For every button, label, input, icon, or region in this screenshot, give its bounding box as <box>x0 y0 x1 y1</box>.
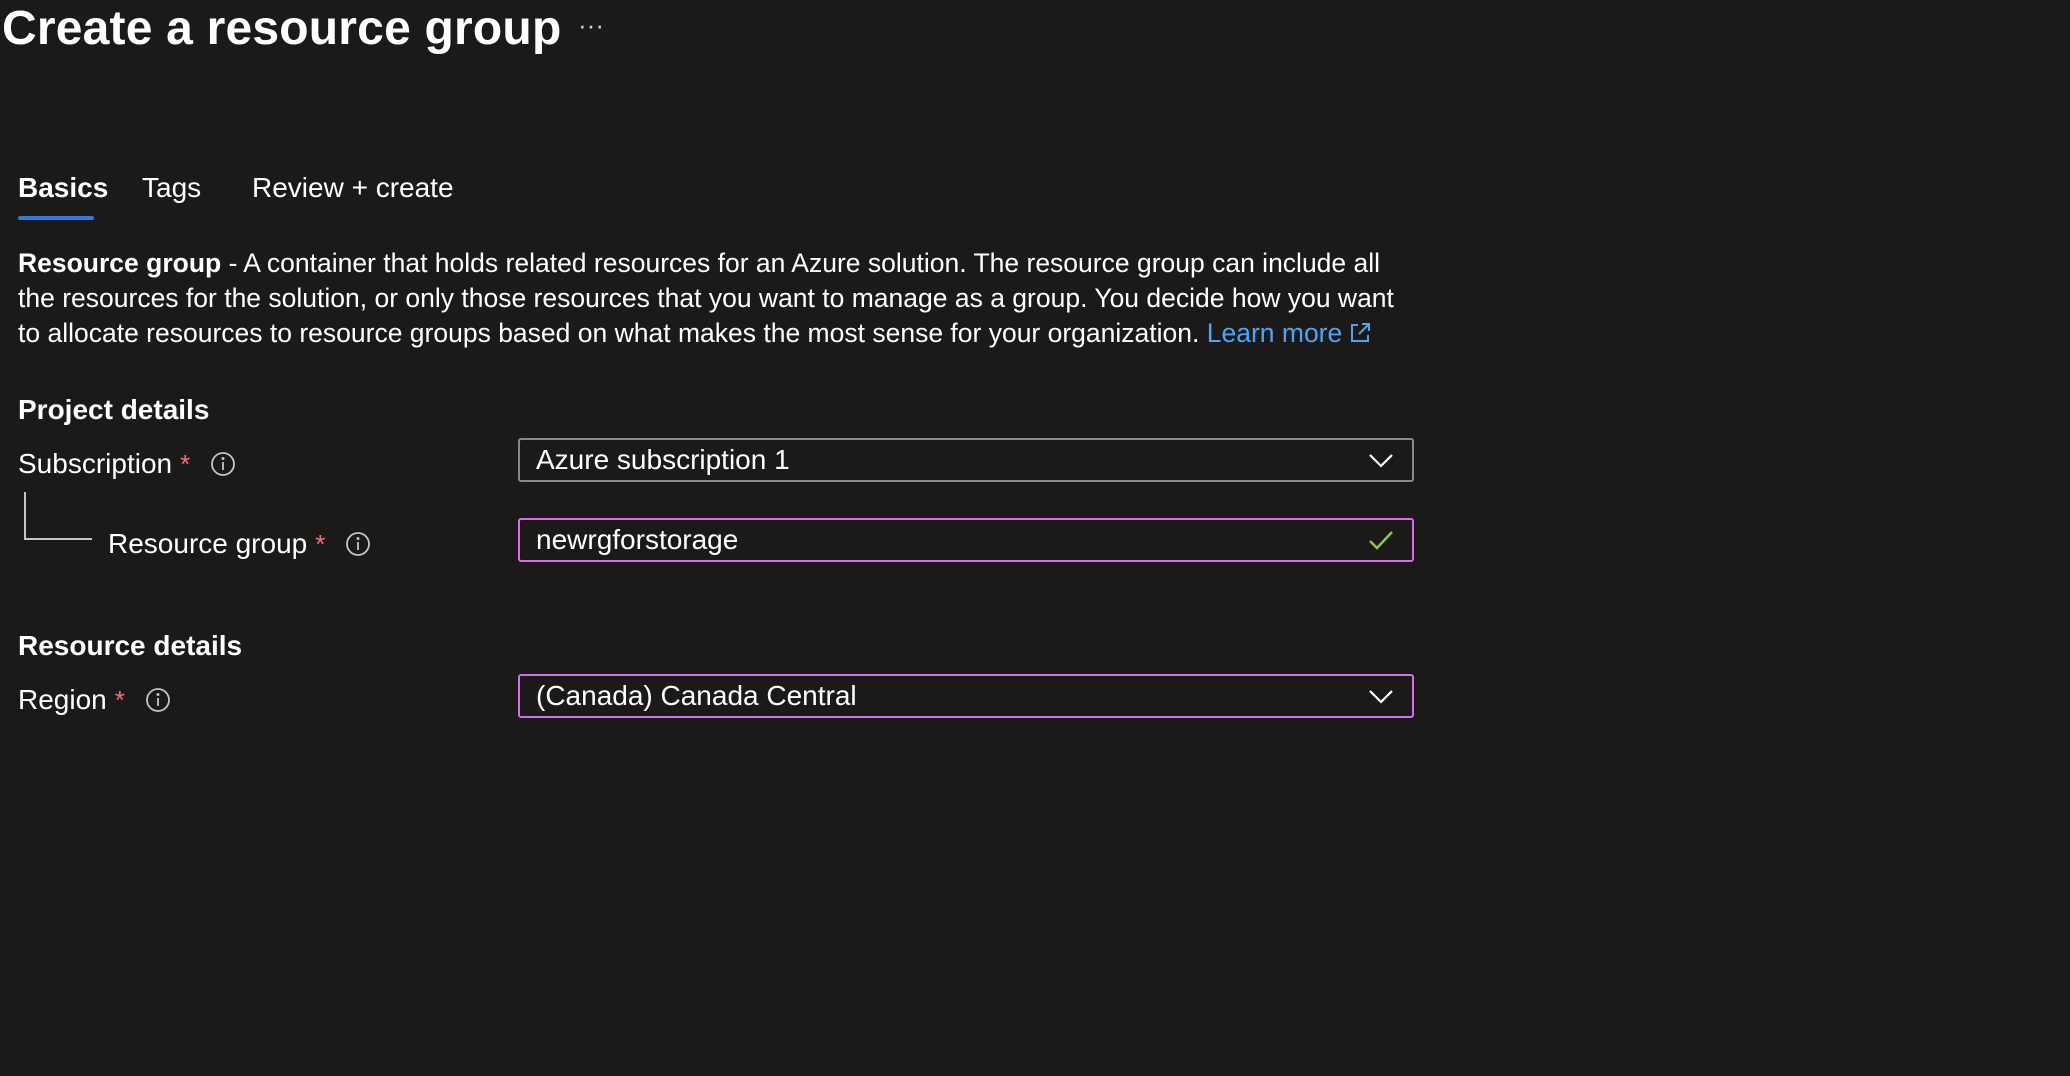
tab-tags[interactable]: Tags <box>142 168 202 220</box>
tab-bar: Basics Tags Review + create <box>18 168 454 224</box>
tab-basics[interactable]: Basics <box>18 168 108 220</box>
resource-group-label: Resource group * <box>108 526 371 562</box>
checkmark-icon <box>1366 525 1396 555</box>
chevron-down-icon <box>1366 681 1396 711</box>
description-term: Resource group <box>18 248 222 278</box>
region-dropdown[interactable]: (Canada) Canada Central <box>518 674 1414 718</box>
subscription-dropdown[interactable]: Azure subscription 1 <box>518 438 1414 482</box>
resource-group-input[interactable] <box>536 524 1366 556</box>
learn-more-link[interactable]: Learn more <box>1207 318 1373 348</box>
resource-group-description: Resource group - A container that holds … <box>18 246 1418 354</box>
required-marker: * <box>180 449 191 479</box>
info-icon[interactable] <box>345 531 371 557</box>
region-label-text: Region <box>18 684 107 715</box>
region-value: (Canada) Canada Central <box>536 680 857 711</box>
subscription-label: Subscription * <box>18 446 236 482</box>
ellipsis-icon: ··· <box>578 9 604 40</box>
region-label: Region * <box>18 682 171 718</box>
info-icon[interactable] <box>210 451 236 477</box>
learn-more-label: Learn more <box>1206 318 1343 348</box>
chevron-down-icon <box>1366 445 1396 475</box>
subscription-label-text: Subscription <box>18 448 173 479</box>
more-options-button[interactable]: ··· <box>576 10 606 40</box>
project-details-heading: Project details <box>18 394 210 425</box>
resource-group-field[interactable] <box>518 518 1414 562</box>
required-marker: * <box>114 685 125 715</box>
resource-details-heading: Resource details <box>18 630 243 661</box>
external-link-icon <box>1348 319 1372 354</box>
resource-group-label-text: Resource group <box>108 528 308 559</box>
subscription-value: Azure subscription 1 <box>536 444 790 475</box>
description-text: - A container that holds related resourc… <box>18 248 1394 348</box>
tab-review-create[interactable]: Review + create <box>252 168 454 220</box>
tree-connector <box>24 492 92 540</box>
page-title: Create a resource group <box>2 2 562 55</box>
required-marker: * <box>315 529 326 559</box>
info-icon[interactable] <box>145 687 171 713</box>
